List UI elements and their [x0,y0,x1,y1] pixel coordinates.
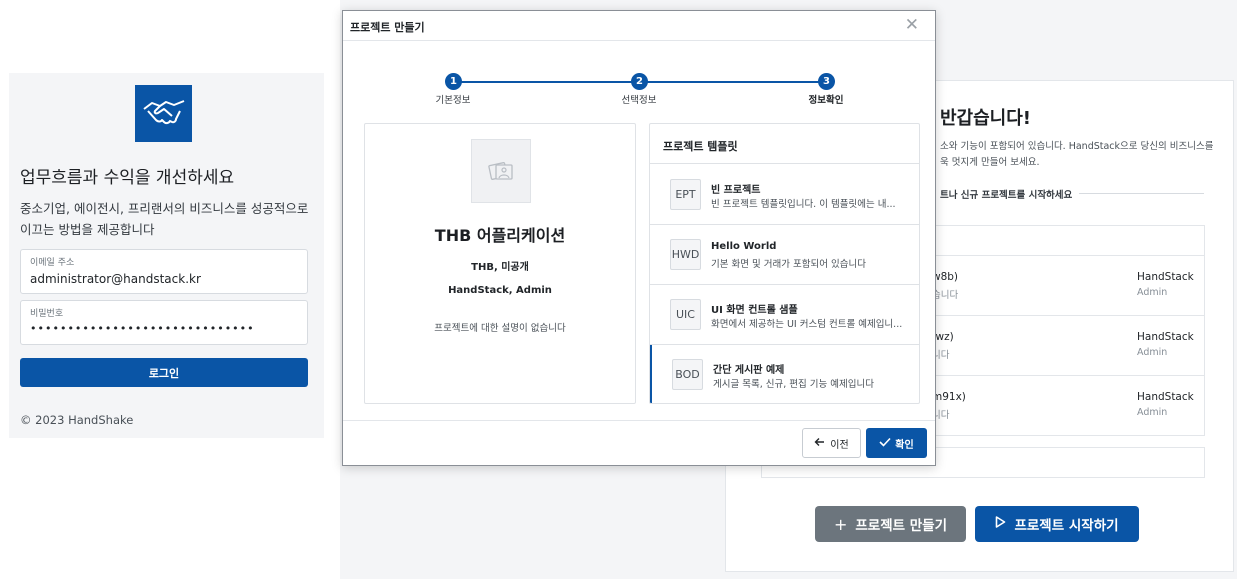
modal-header: 프로젝트 만들기 ✕ [343,11,935,41]
template-code: EPT [670,179,701,210]
section-title: 트나 신규 프로젝트를 시작하세요 [940,190,1073,201]
project-owner: HandStack, Admin [448,285,552,296]
create-project-label: 프로젝트 만들기 [855,518,948,534]
welcome-title: 반갑습니다! [940,108,1032,129]
step-2-indicator: 2 [631,73,648,90]
template-name: 간단 게시판 예제 [713,365,785,376]
template-code: HWD [670,239,701,270]
project-row-org: HandStack [1137,271,1194,283]
prev-button[interactable]: 이전 [802,428,861,458]
project-summary-card: THB 어플리케이션 THB, 미공개 HandStack, Admin 프로젝… [364,123,636,404]
create-project-modal: 프로젝트 만들기 ✕ 1 2 3 기본정보 선택정보 정보확인 THB 어플리케… [342,10,936,466]
arrow-left-icon [814,437,825,450]
confirm-label: 확인 [895,439,914,451]
login-panel: 업무흐름과 수익을 개선하세요 중소기업, 에이전시, 프리랜서의 비즈니스를 … [9,73,324,438]
template-list: 프로젝트 템플릿 EPT 빈 프로젝트 빈 프로젝트 템플릿입니다. 이 템플릿… [649,123,920,404]
prev-label: 이전 [830,439,849,451]
template-desc: 화면에서 제공하는 UI 커스텀 컨트롤 예제입니... [711,319,903,330]
project-description: 프로젝트에 대한 설명이 없습니다 [434,323,566,334]
step-1-label: 기본정보 [435,95,471,106]
project-row-role: Admin [1137,347,1168,358]
play-icon [995,516,1006,532]
login-button[interactable]: 로그인 [20,358,308,387]
create-project-button[interactable]: + 프로젝트 만들기 [815,506,966,542]
copyright-text: © 2023 HandShake [20,413,134,427]
project-row-org: HandStack [1137,391,1194,403]
template-name: UI 화면 컨트롤 샘플 [711,305,798,316]
template-code: BOD [672,359,703,390]
login-description: 중소기업, 에이전시, 프리랜서의 비즈니스를 성공적으로 이끄는 방법을 제공… [20,201,309,237]
template-desc: 기본 화면 및 거래가 포함되어 있습니다 [711,259,866,270]
template-name: Hello World [711,241,777,252]
image-placeholder-icon [471,139,531,203]
password-field[interactable]: 비밀번호 •••••••••••••••••••••••••••••• [20,300,308,345]
modal-footer-divider [343,420,935,421]
section-divider [1079,193,1204,194]
project-name: THB 어플리케이션 [434,226,566,245]
step-3-indicator: 3 [818,73,835,90]
password-label: 비밀번호 [30,309,64,319]
template-item-bod[interactable]: BOD 간단 게시판 예제 게시글 목록, 신규, 편집 기능 예제입니다 [650,345,919,403]
template-item-uic[interactable]: UIC UI 화면 컨트롤 샘플 화면에서 제공하는 UI 커스텀 컨트롤 예제… [650,285,919,345]
modal-title: 프로젝트 만들기 [350,21,425,34]
template-code: UIC [670,299,701,330]
start-project-button[interactable]: 프로젝트 시작하기 [975,506,1139,542]
project-row-role: Admin [1137,407,1168,418]
password-value[interactable]: •••••••••••••••••••••••••••••• [30,322,255,335]
close-icon[interactable]: ✕ [905,15,919,35]
plus-icon: + [833,514,848,534]
template-desc: 빈 프로젝트 템플릿입니다. 이 템플릿에는 내... [711,199,896,210]
email-field[interactable]: 이메일 주소 administrator@handstack.kr [20,249,308,294]
project-meta: THB, 미공개 [471,262,529,273]
template-item-hwd[interactable]: HWD Hello World 기본 화면 및 거래가 포함되어 있습니다 [650,225,919,285]
project-row-name: m91x) [932,391,966,403]
template-list-header: 프로젝트 템플릿 [650,124,919,164]
email-label: 이메일 주소 [30,258,75,268]
email-value[interactable]: administrator@handstack.kr [30,272,201,286]
welcome-intro: 소와 기능이 포함되어 있습니다. HandStack으로 당신의 비즈니스를 … [940,141,1214,168]
step-1-indicator: 1 [445,73,462,90]
login-headline: 업무흐름과 수익을 개선하세요 [20,168,235,188]
start-project-label: 프로젝트 시작하기 [1014,518,1119,534]
check-icon [879,437,891,450]
template-desc: 게시글 목록, 신규, 편집 기능 예제입니다 [713,379,874,390]
step-3-label: 정보확인 [808,95,844,106]
project-row-role: Admin [1137,287,1168,298]
handshake-icon [135,85,192,142]
template-item-ept[interactable]: EPT 빈 프로젝트 빈 프로젝트 템플릿입니다. 이 템플릿에는 내... [650,165,919,225]
step-2-label: 선택정보 [621,95,657,106]
template-name: 빈 프로젝트 [711,185,761,196]
confirm-button[interactable]: 확인 [866,428,927,458]
project-row-org: HandStack [1137,331,1194,343]
